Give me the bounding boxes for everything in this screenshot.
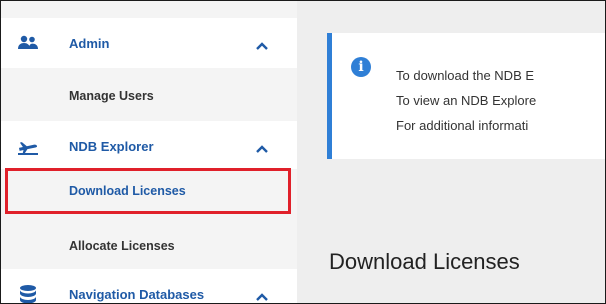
page-title: Download Licenses [329,249,520,274]
selection-highlight [5,168,291,214]
app-window: Admin Manage Users NDB Explorer Download… [0,0,606,304]
sidebar-item-label: Allocate Licenses [69,239,175,253]
info-alert: i To download the NDB E To view an NDB E… [327,33,605,159]
users-icon [15,32,41,54]
alert-line: To view an NDB Explore [396,93,537,108]
sidebar-item-allocate-licenses[interactable]: Allocate Licenses [1,221,297,271]
sidebar-item-label: Manage Users [69,89,154,103]
chevron-up-icon[interactable] [255,289,269,301]
sidebar-item-ndb-explorer[interactable]: NDB Explorer [1,121,297,171]
database-icon [15,283,41,303]
alert-line: For additional informati [396,118,529,133]
info-icon: i [351,57,371,77]
sidebar-item-manage-users[interactable]: Manage Users [1,71,297,121]
chevron-up-icon[interactable] [255,38,269,50]
sidebar: Admin Manage Users NDB Explorer Download… [1,1,297,303]
sidebar-item-label: Navigation Databases [69,286,205,302]
sidebar-item-admin[interactable]: Admin [1,18,297,68]
alert-line: To download the NDB E [396,68,535,83]
main-content: i To download the NDB E To view an NDB E… [297,1,605,303]
sidebar-item-label: Admin [69,35,110,51]
sidebar-item-navigation-databases[interactable]: Navigation Databases [1,269,297,303]
sidebar-item-label: NDB Explorer [69,138,154,154]
chevron-up-icon[interactable] [255,141,269,153]
airplane-icon [15,135,41,157]
